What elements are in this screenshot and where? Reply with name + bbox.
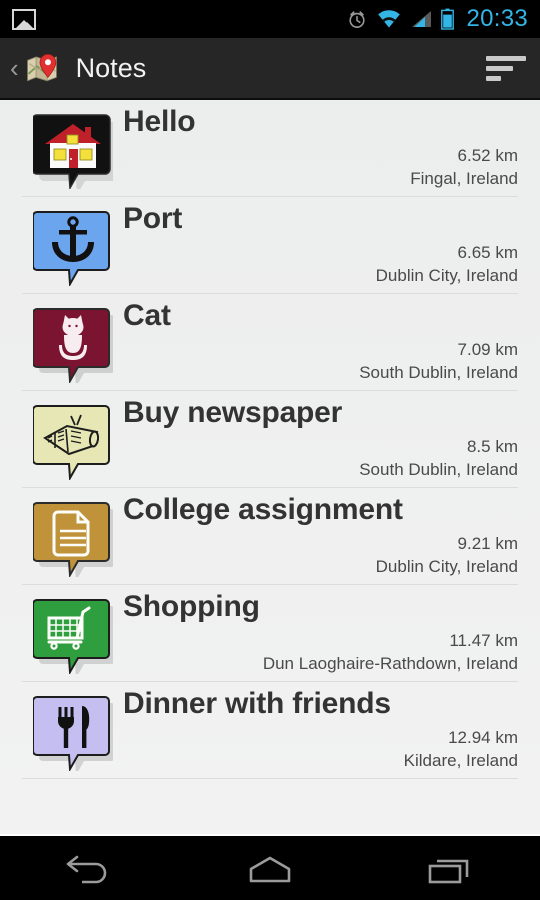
note-place: South Dublin, Ireland — [359, 460, 518, 479]
back-button[interactable] — [35, 845, 145, 893]
recent-apps-icon — [428, 859, 469, 884]
document-icon — [32, 502, 115, 581]
list-item[interactable]: Dinner with friends 12.94 km Kildare, Ir… — [0, 682, 540, 779]
note-place: Dublin City, Ireland — [375, 557, 518, 576]
note-distance: 12.94 km — [448, 728, 518, 747]
note-place: South Dublin, Ireland — [359, 363, 518, 382]
phone-screen: 20:33 ‹ Notes Hello 6.52 km Fingal, Irel… — [0, 0, 540, 900]
home-button[interactable] — [215, 845, 325, 893]
list-item[interactable]: College assignment 9.21 km Dublin City, … — [0, 488, 540, 585]
cat-icon — [32, 308, 115, 387]
shopping-cart-icon — [32, 599, 115, 678]
alarm-clock-icon — [349, 11, 366, 28]
note-marker — [32, 305, 115, 387]
note-place: Dun Laoghaire-Rathdown, Ireland — [262, 654, 518, 673]
cellular-signal-icon — [412, 11, 432, 27]
note-title: Dinner with friends — [123, 687, 391, 720]
note-place: Dublin City, Ireland — [375, 266, 518, 285]
notes-list[interactable]: Hello 6.52 km Fingal, Ireland Port 6.65 … — [0, 100, 540, 834]
note-title: Hello — [123, 105, 196, 138]
up-navigation-chevron-icon[interactable]: ‹ — [8, 55, 23, 81]
status-bar-clock: 20:33 — [466, 5, 528, 32]
sort-bar-3 — [486, 75, 501, 81]
action-bar: ‹ Notes — [0, 38, 540, 100]
note-distance: 6.52 km — [457, 146, 518, 165]
page-title: Notes — [75, 52, 147, 83]
status-bar: 20:33 — [0, 0, 540, 38]
sort-bar-2 — [486, 65, 513, 71]
note-title: Shopping — [123, 590, 260, 623]
note-marker — [32, 208, 113, 288]
list-item[interactable]: Buy newspaper 8.5 km South Dublin, Irela… — [0, 391, 540, 488]
note-marker — [32, 499, 115, 581]
note-distance: 9.21 km — [457, 534, 518, 553]
back-arrow-icon — [66, 855, 107, 884]
note-distance: 11.47 km — [449, 631, 518, 650]
battery-icon — [441, 8, 455, 30]
note-distance: 8.5 km — [466, 437, 518, 456]
note-title: Buy newspaper — [123, 396, 343, 429]
status-bar-system-icons: 20:33 — [346, 5, 528, 33]
note-title: College assignment — [123, 493, 403, 526]
navigation-bar — [0, 834, 540, 900]
wifi-icon — [378, 10, 401, 28]
note-marker — [32, 693, 115, 775]
note-title: Port — [123, 202, 183, 235]
sort-bar-1 — [486, 55, 526, 61]
list-item[interactable]: Cat 7.09 km South Dublin, Ireland — [0, 294, 540, 391]
note-marker — [31, 111, 117, 195]
note-place: Kildare, Ireland — [403, 751, 518, 770]
anchor-icon — [32, 211, 110, 288]
status-bar-notifications — [12, 8, 36, 30]
note-distance: 6.65 km — [457, 243, 518, 262]
list-item[interactable]: Port 6.65 km Dublin City, Ireland — [0, 197, 540, 294]
list-item[interactable]: Shopping 11.47 km Dun Laoghaire-Rathdown… — [0, 585, 540, 682]
cutlery-icon — [32, 696, 115, 775]
note-place: Fingal, Ireland — [410, 169, 518, 188]
list-divider — [22, 778, 518, 779]
home-icon — [249, 856, 291, 883]
note-title: Cat — [123, 299, 171, 332]
note-marker — [32, 596, 115, 678]
image-icon — [12, 8, 36, 30]
sort-icon[interactable] — [486, 53, 526, 83]
list-item[interactable]: Hello 6.52 km Fingal, Ireland — [0, 100, 540, 197]
newspaper-icon — [32, 405, 110, 482]
note-marker — [32, 402, 113, 482]
house-icon — [31, 114, 117, 195]
note-distance: 7.09 km — [457, 340, 518, 359]
recents-button[interactable] — [395, 845, 505, 893]
map-pin-icon[interactable] — [25, 51, 59, 85]
